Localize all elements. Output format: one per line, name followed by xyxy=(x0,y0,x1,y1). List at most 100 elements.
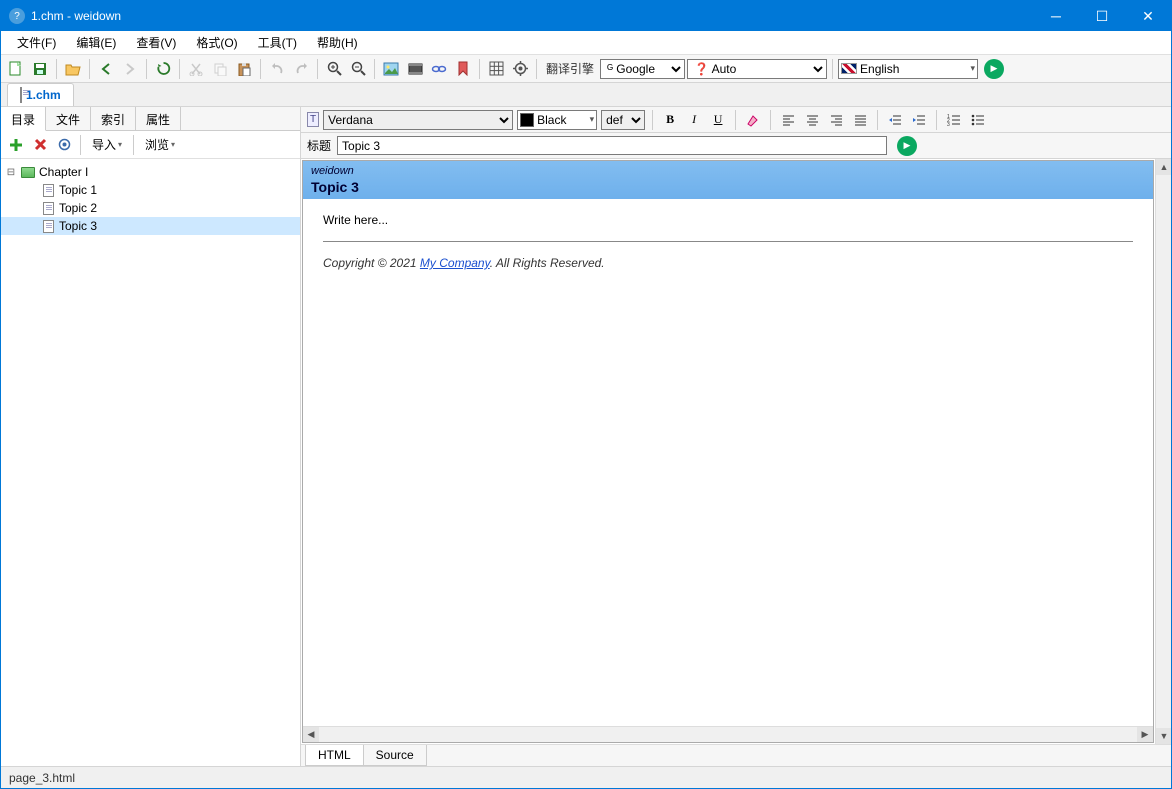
font-family-select[interactable]: Verdana xyxy=(323,110,513,130)
title-label: 标题 xyxy=(307,137,331,154)
tree-item[interactable]: Topic 1 xyxy=(1,181,300,199)
font-size-select[interactable]: def xyxy=(601,110,645,130)
bookmark-button[interactable] xyxy=(452,58,474,80)
tab-html[interactable]: HTML xyxy=(305,745,364,766)
vertical-scrollbar[interactable]: ▲ ▼ xyxy=(1155,159,1171,744)
collapse-icon[interactable]: ⊟ xyxy=(5,167,17,178)
menu-file[interactable]: 文件(F) xyxy=(7,31,66,54)
underline-button[interactable]: U xyxy=(708,110,728,130)
tree-root[interactable]: ⊟ Chapter I xyxy=(1,163,300,181)
translate-engine-select[interactable]: ᴳ Google xyxy=(600,59,685,79)
topic-tree: ⊟ Chapter I Topic 1 Topic 2 Topic 3 xyxy=(1,159,300,766)
font-color-select[interactable]: Black ▾ xyxy=(517,110,597,130)
tree-item[interactable]: Topic 2 xyxy=(1,199,300,217)
table-button[interactable] xyxy=(485,58,507,80)
nav-tab-files[interactable]: 文件 xyxy=(46,107,91,130)
title-row: 标题 ▶ xyxy=(301,133,1171,159)
paste-button[interactable] xyxy=(233,58,255,80)
translate-to-value: English xyxy=(860,62,970,76)
footer-link[interactable]: My Company xyxy=(420,256,490,270)
redo-button[interactable] xyxy=(290,58,312,80)
flag-icon xyxy=(841,63,857,74)
document-tab[interactable]: 1.chm xyxy=(7,83,74,106)
zoom-out-button[interactable] xyxy=(347,58,369,80)
statusbar: page_3.html xyxy=(1,766,1171,788)
forward-button[interactable] xyxy=(119,58,141,80)
settings-button[interactable] xyxy=(509,58,531,80)
document-tab-label: 1.chm xyxy=(26,88,61,102)
ordered-list-button[interactable]: 123 xyxy=(944,110,964,130)
menu-edit[interactable]: 编辑(E) xyxy=(66,31,126,54)
link-button[interactable] xyxy=(428,58,450,80)
undo-button[interactable] xyxy=(266,58,288,80)
editor-mode-tabs: HTML Source xyxy=(301,744,1171,766)
page-icon xyxy=(40,201,56,215)
nav-tabstrip: 目录 文件 索引 属性 xyxy=(1,107,300,131)
menu-help[interactable]: 帮助(H) xyxy=(307,31,368,54)
new-button[interactable] xyxy=(5,58,27,80)
clear-format-button[interactable] xyxy=(743,110,763,130)
title-input[interactable] xyxy=(337,136,887,155)
save-button[interactable] xyxy=(29,58,51,80)
horizontal-scrollbar[interactable]: ◀ ▶ xyxy=(303,726,1153,742)
open-button[interactable] xyxy=(62,58,84,80)
nav-tab-contents[interactable]: 目录 xyxy=(1,107,46,131)
tab-source[interactable]: Source xyxy=(363,745,427,766)
window-title: 1.chm - weidown xyxy=(31,9,1033,23)
translate-to-select[interactable]: English ▾ xyxy=(838,59,978,79)
menu-tools[interactable]: 工具(T) xyxy=(248,31,307,54)
status-text: page_3.html xyxy=(9,771,75,785)
footer-suffix: . All Rights Reserved. xyxy=(490,256,605,270)
tree-root-label: Chapter I xyxy=(39,165,88,179)
refresh-button[interactable] xyxy=(152,58,174,80)
title-apply-button[interactable]: ▶ xyxy=(897,136,917,156)
bold-button[interactable]: B xyxy=(660,110,680,130)
nav-tab-index[interactable]: 索引 xyxy=(91,107,136,130)
browse-button[interactable]: 浏览 xyxy=(139,134,181,155)
editor-panel: T Verdana Black ▾ def B I U xyxy=(301,107,1171,766)
translate-from-select[interactable]: ❓ Auto xyxy=(687,59,827,79)
indent-button[interactable] xyxy=(909,110,929,130)
cut-button[interactable] xyxy=(185,58,207,80)
scroll-left-icon[interactable]: ◀ xyxy=(303,727,319,743)
unordered-list-button[interactable] xyxy=(968,110,988,130)
align-center-button[interactable] xyxy=(802,110,822,130)
back-button[interactable] xyxy=(95,58,117,80)
footer: Copyright © 2021 My Company. All Rights … xyxy=(323,256,1133,270)
font-color-value: Black xyxy=(537,113,589,127)
window-close-button[interactable]: ✕ xyxy=(1125,1,1171,31)
nav-settings-button[interactable] xyxy=(53,134,75,156)
tree-item-label: Topic 3 xyxy=(59,219,97,233)
content-header: weidown Topic 3 xyxy=(303,161,1153,199)
add-button[interactable] xyxy=(5,134,27,156)
import-button[interactable]: 导入 xyxy=(86,134,128,155)
align-justify-button[interactable] xyxy=(850,110,870,130)
scroll-down-icon[interactable]: ▼ xyxy=(1156,728,1171,744)
scroll-up-icon[interactable]: ▲ xyxy=(1156,159,1171,175)
copy-button[interactable] xyxy=(209,58,231,80)
window-minimize-button[interactable]: ─ xyxy=(1033,1,1079,31)
page-icon xyxy=(40,219,56,233)
menu-view[interactable]: 查看(V) xyxy=(126,31,186,54)
window-titlebar: ? 1.chm - weidown ─ ☐ ✕ xyxy=(1,1,1171,31)
outdent-button[interactable] xyxy=(885,110,905,130)
file-icon xyxy=(20,88,22,102)
nav-toolbar: 导入 浏览 xyxy=(1,131,300,159)
book-icon xyxy=(20,165,36,179)
translate-run-button[interactable]: ▶ xyxy=(984,59,1004,79)
tree-item[interactable]: Topic 3 xyxy=(1,217,300,235)
nav-tab-properties[interactable]: 属性 xyxy=(136,107,181,130)
align-left-button[interactable] xyxy=(778,110,798,130)
menu-format[interactable]: 格式(O) xyxy=(186,31,247,54)
page-icon xyxy=(40,183,56,197)
content-body[interactable]: Write here... Copyright © 2021 My Compan… xyxy=(303,199,1153,726)
delete-button[interactable] xyxy=(29,134,51,156)
movie-button[interactable] xyxy=(404,58,426,80)
zoom-in-button[interactable] xyxy=(323,58,345,80)
footer-prefix: Copyright © 2021 xyxy=(323,256,420,270)
align-right-button[interactable] xyxy=(826,110,846,130)
image-button[interactable] xyxy=(380,58,402,80)
window-maximize-button[interactable]: ☐ xyxy=(1079,1,1125,31)
italic-button[interactable]: I xyxy=(684,110,704,130)
scroll-right-icon[interactable]: ▶ xyxy=(1137,727,1153,743)
